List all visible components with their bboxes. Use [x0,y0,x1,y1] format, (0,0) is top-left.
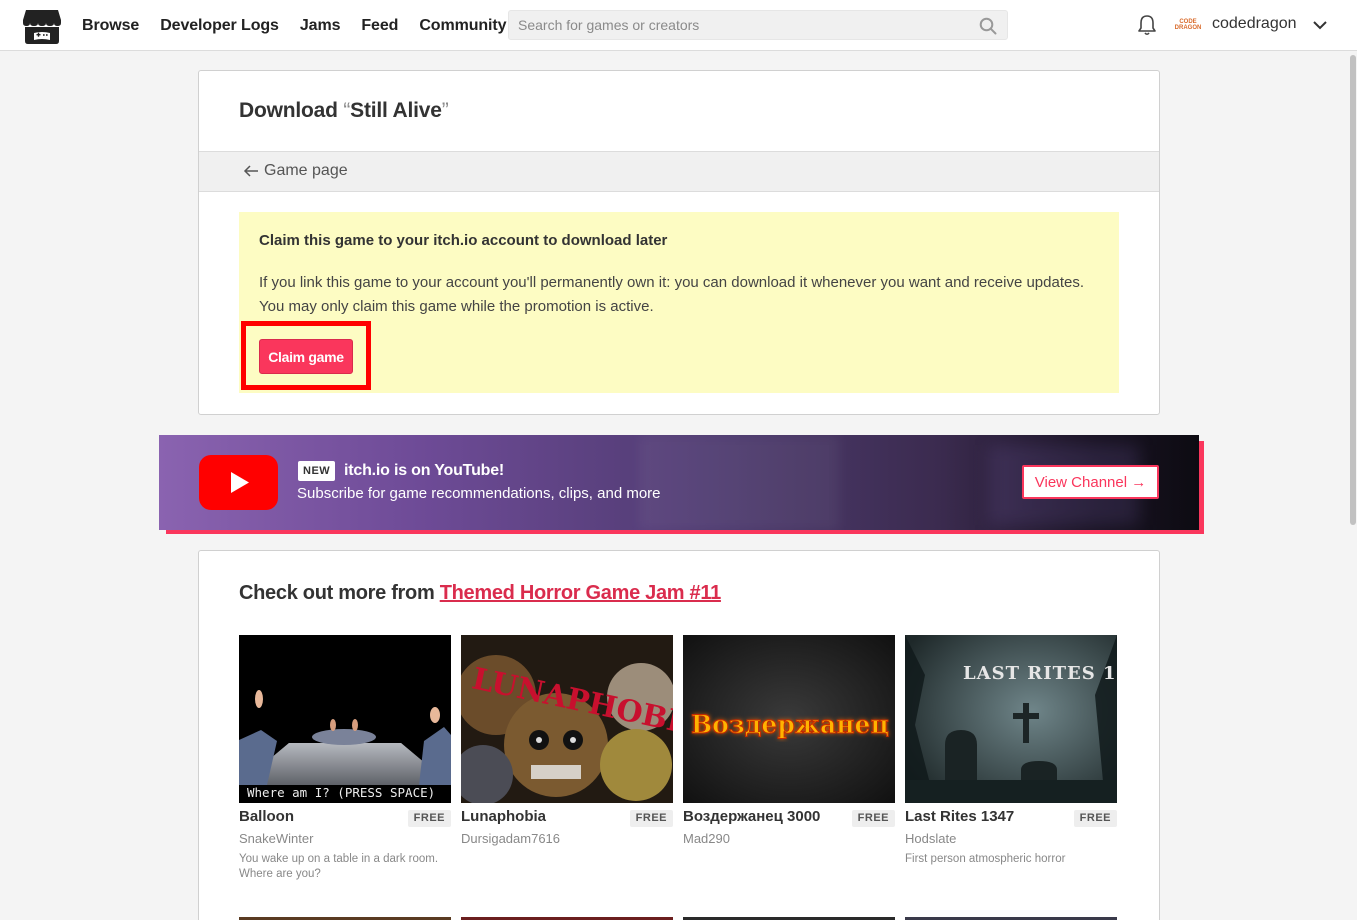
game-author-lunaphobia[interactable]: Dursigadam7616 [461,831,560,846]
youtube-logo-icon [199,455,278,510]
last-rites-thumbnail-art: LAST RITES 1347 [905,635,1117,803]
nav-feed[interactable]: Feed [361,17,398,35]
price-badge: FREE [407,810,451,827]
game-page-bar: Game page [199,151,1159,192]
close-quote: ” [441,99,449,122]
view-channel-button[interactable]: View Channel → [1022,465,1159,499]
nav-browse[interactable]: Browse [82,17,139,35]
jam-games-card: Check out more from Themed Horror Game J… [198,550,1160,920]
claim-notice: Claim this game to your itch.io account … [239,212,1119,393]
new-badge: NEW [298,461,336,481]
claim-game-button[interactable]: Claim game [259,339,353,374]
title-prefix: Download [239,99,344,122]
username[interactable]: codedragon [1212,15,1297,33]
site-header: Browse Developer Logs Jams Feed Communit… [0,0,1357,51]
itchio-logo-icon[interactable] [22,7,62,45]
game-description-last-rites: First person atmospheric horror [905,853,1066,865]
lunaphobia-thumbnail-art: LUNAPHOBIA [461,635,673,803]
game-cell-vozderzhanets: Воздержанец 3000 Воздержанец 3000 Воздер… [683,635,895,846]
notifications-bell-icon[interactable] [1136,13,1158,37]
download-card: Download “Still Alive” Game page Claim t… [198,70,1160,415]
game-title-vozderzhanets[interactable]: Воздержанец 3000 [683,808,820,825]
avatar[interactable]: CODE DRAGON [1174,12,1202,38]
game-title-lunaphobia[interactable]: Lunaphobia [461,808,546,825]
search-icon[interactable] [979,17,997,35]
banner-background [639,435,839,530]
game-cell-last-rites: LAST RITES 1347 Last Rites 1347 FREE Hod… [905,635,1117,865]
back-to-game-page-link[interactable]: Game page [243,162,348,180]
youtube-subtitle: Subscribe for game recommendations, clip… [297,485,661,502]
game-title-last-rites[interactable]: Last Rites 1347 [905,808,1014,825]
search-box [508,10,1008,40]
claim-heading: Claim this game to your itch.io account … [259,232,668,249]
price-badge: FREE [1073,810,1117,827]
page-title: Download “Still Alive” [239,99,449,123]
game-thumbnail-last-rites[interactable]: LAST RITES 1347 [905,635,1117,803]
balloon-thumb-caption: Where am I? (PRESS SPACE) [247,785,435,800]
nav-developer-logs[interactable]: Developer Logs [160,17,279,35]
scrollbar-thumb[interactable] [1350,55,1356,525]
nav-jams[interactable]: Jams [300,17,341,35]
claim-text: If you link this game to your account yo… [259,274,1084,315]
game-author-vozderzhanets[interactable]: Mad290 [683,831,730,846]
price-badge: FREE [851,810,895,827]
avatar-text: CODE DRAGON [1174,19,1202,31]
game-thumbnail-balloon[interactable]: Where am I? (PRESS SPACE) [239,635,451,803]
vozderzhanets-thumbnail-art: Воздержанец 3000 Воздержанец 3000 [683,635,895,803]
balloon-thumbnail-art: Where am I? (PRESS SPACE) [239,635,451,803]
last-rites-thumb-caption: LAST RITES 1347 [963,663,1117,684]
game-title-balloon[interactable]: Balloon [239,808,294,825]
jam-link[interactable]: Themed Horror Game Jam #11 [440,582,722,604]
youtube-title: itch.io is on YouTube! [344,462,505,479]
arrow-left-icon [243,165,258,177]
main-nav: Browse Developer Logs Jams Feed Communit… [82,0,527,51]
back-link-label: Game page [264,162,348,179]
vozderzhanets-thumb-caption: Воздержанец 3000 [691,710,895,739]
price-badge: FREE [629,810,673,827]
game-description-balloon: You wake up on a table in a dark room. W… [239,853,439,880]
jam-heading-prefix: Check out more from [239,582,440,604]
game-cell-balloon: Where am I? (PRESS SPACE) Balloon FREE S… [239,635,451,880]
game-author-balloon[interactable]: SnakeWinter [239,831,313,846]
chevron-down-icon[interactable] [1312,17,1328,33]
game-thumbnail-lunaphobia[interactable]: LUNAPHOBIA [461,635,673,803]
game-name: Still Alive [350,99,442,122]
game-author-last-rites[interactable]: Hodslate [905,831,956,846]
search-input[interactable] [509,11,1007,39]
nav-community[interactable]: Community [419,17,506,35]
jam-heading: Check out more from Themed Horror Game J… [239,582,721,605]
game-cell-lunaphobia: LUNAPHOBIA Lunaphobia FREE Dursigadam761… [461,635,673,846]
game-thumbnail-vozderzhanets[interactable]: Воздержанец 3000 Воздержанец 3000 [683,635,895,803]
youtube-banner[interactable]: NEW itch.io is on YouTube! Subscribe for… [159,435,1199,530]
